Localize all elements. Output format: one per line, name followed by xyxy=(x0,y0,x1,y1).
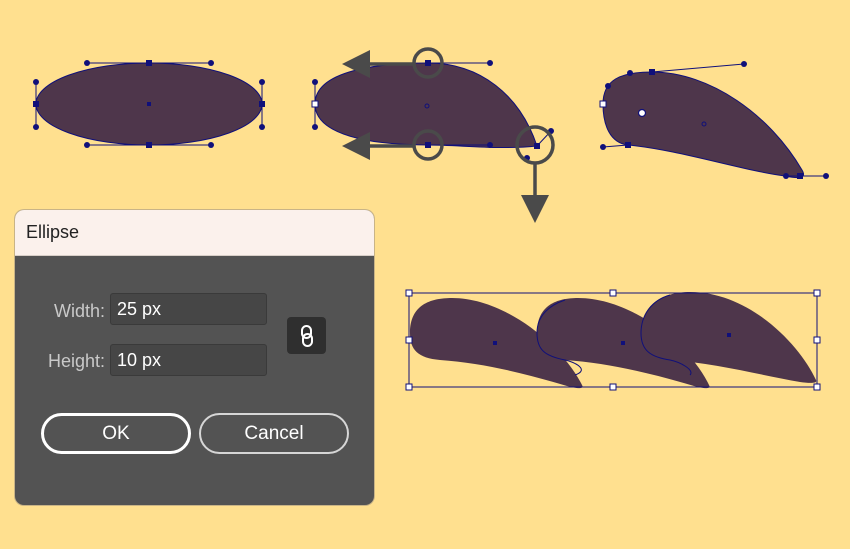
ellipse-dialog: Ellipse Width: Height: OK Cancel xyxy=(15,210,374,505)
step3-leaf[interactable] xyxy=(599,61,829,179)
width-input[interactable] xyxy=(110,293,267,325)
step1-ellipse[interactable] xyxy=(33,60,265,148)
ok-button[interactable]: OK xyxy=(41,413,191,454)
chain-link-icon xyxy=(300,324,313,347)
dialog-titlebar[interactable]: Ellipse xyxy=(15,210,374,256)
step4-leaf-group[interactable] xyxy=(405,289,821,391)
height-label: Height: xyxy=(47,351,105,371)
width-label: Width: xyxy=(53,301,105,321)
constrain-proportions-button[interactable] xyxy=(287,317,326,354)
dialog-title: Ellipse xyxy=(26,222,80,242)
cancel-button[interactable]: Cancel xyxy=(199,413,349,454)
height-input[interactable] xyxy=(110,344,267,376)
